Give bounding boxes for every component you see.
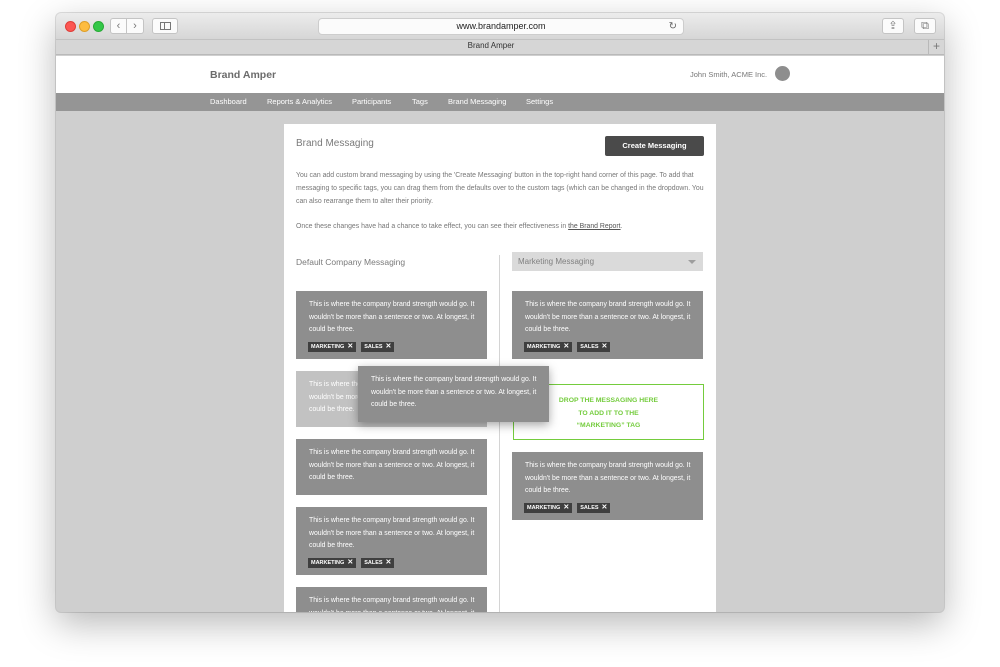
nav-item-tags[interactable]: Tags: [412, 97, 428, 106]
tag-list: MARKETING ✕ SALES ✕: [308, 342, 399, 360]
tag-badge: SALES ✕: [577, 503, 611, 513]
tag-badge: SALES ✕: [577, 342, 611, 352]
url-text: www.brandamper.com: [456, 21, 546, 31]
address-bar[interactable]: www.brandamper.com ↻: [318, 18, 684, 35]
nav-item-settings[interactable]: Settings: [526, 97, 553, 106]
message-text: This is where the company brand strength…: [309, 449, 475, 481]
message-text: This is where the company brand strength…: [309, 301, 475, 333]
close-window-button[interactable]: [65, 21, 76, 32]
marketing-message-card[interactable]: This is where the company brand strength…: [512, 452, 703, 520]
remove-tag-icon[interactable]: ✕: [602, 342, 608, 352]
zoom-window-button[interactable]: [93, 21, 104, 32]
sidebar-toggle-button[interactable]: [152, 18, 178, 34]
default-message-card[interactable]: This is where the company brand strength…: [296, 587, 487, 612]
tag-list: MARKETING ✕ SALES ✕: [308, 558, 399, 576]
sidebar-icon: [159, 22, 171, 30]
intro-report-end: .: [620, 223, 623, 230]
default-message-card[interactable]: This is where the company brand strength…: [296, 507, 487, 575]
intro-text: You can add custom brand messaging by us…: [296, 172, 704, 205]
default-messaging-title: Default Company Messaging: [296, 257, 406, 267]
chevron-down-icon: [688, 260, 696, 264]
tag-messaging-dropdown[interactable]: Marketing Messaging: [512, 252, 703, 271]
tab-title[interactable]: Brand Amper: [56, 41, 926, 50]
user-name[interactable]: John Smith, ACME Inc.: [690, 70, 767, 79]
tag-badge: MARKETING ✕: [308, 342, 357, 352]
tag-list: MARKETING ✕ SALES ✕: [524, 503, 615, 521]
main-nav: Dashboard Reports & Analytics Participan…: [56, 93, 944, 111]
default-message-card[interactable]: This is where the company brand strength…: [296, 291, 487, 359]
remove-tag-icon[interactable]: ✕: [563, 342, 569, 352]
nav-item-reports-analytics[interactable]: Reports & Analytics: [267, 97, 332, 106]
tag-badge: SALES ✕: [361, 558, 395, 568]
create-messaging-button[interactable]: Create Messaging: [605, 136, 704, 156]
intro-report-text: Once these changes have had a chance to …: [296, 223, 569, 230]
nav-item-participants[interactable]: Participants: [352, 97, 391, 106]
new-tab-button[interactable]: +: [928, 40, 944, 54]
tag-label: MARKETING: [527, 505, 561, 511]
remove-tag-icon[interactable]: ✕: [347, 558, 353, 568]
minimize-window-button[interactable]: [79, 21, 90, 32]
nav-item-dashboard[interactable]: Dashboard: [210, 97, 247, 106]
page-title: Brand Messaging: [296, 138, 374, 149]
tag-label: SALES: [580, 505, 599, 511]
forward-button[interactable]: ›: [127, 18, 144, 34]
remove-tag-icon[interactable]: ✕: [602, 503, 608, 513]
brand-report-link[interactable]: the Brand Report: [568, 223, 620, 230]
message-text: This is where the company brand strength…: [525, 462, 691, 494]
intro-text-report: Once these changes have had a chance to …: [296, 220, 708, 233]
tag-label: MARKETING: [311, 344, 345, 350]
tag-list: MARKETING ✕ SALES ✕: [524, 342, 615, 360]
browser-toolbar: ‹ › www.brandamper.com ↻ ⇪ ⧉: [56, 13, 944, 40]
remove-tag-icon[interactable]: ✕: [386, 558, 392, 568]
nav-item-brand-messaging[interactable]: Brand Messaging: [448, 97, 506, 106]
brand-logo[interactable]: Brand Amper: [210, 69, 276, 81]
tag-badge: MARKETING ✕: [308, 558, 357, 568]
avatar[interactable]: [775, 66, 790, 81]
column-divider: [499, 255, 500, 612]
default-message-card[interactable]: This is where the company brand strength…: [296, 439, 487, 495]
show-tabs-button[interactable]: ⧉: [914, 18, 936, 34]
dropdown-selected-value: Marketing Messaging: [518, 257, 595, 266]
tag-badge: MARKETING ✕: [524, 342, 573, 352]
tabs-icon: ⧉: [921, 20, 929, 32]
tag-label: SALES: [364, 344, 383, 350]
marketing-message-card[interactable]: This is where the company brand strength…: [512, 291, 703, 359]
remove-tag-icon[interactable]: ✕: [386, 342, 392, 352]
message-text: This is where the company brand strength…: [371, 376, 537, 408]
back-button[interactable]: ‹: [110, 18, 127, 34]
chevron-left-icon: ‹: [116, 20, 121, 32]
tag-label: SALES: [580, 344, 599, 350]
chevron-right-icon: ›: [133, 20, 137, 32]
dragged-message-card[interactable]: This is where the company brand strength…: [358, 366, 549, 422]
tab-bar: Brand Amper +: [56, 40, 944, 55]
remove-tag-icon[interactable]: ✕: [347, 342, 353, 352]
reload-icon[interactable]: ↻: [669, 19, 677, 34]
remove-tag-icon[interactable]: ✕: [563, 503, 569, 513]
browser-window: ‹ › www.brandamper.com ↻ ⇪ ⧉ Brand Amper…: [56, 13, 944, 612]
tag-label: MARKETING: [311, 560, 345, 566]
message-text: This is where the company brand strength…: [309, 597, 475, 612]
share-icon: ⇪: [888, 20, 898, 32]
message-text: This is where the company brand strength…: [525, 301, 691, 333]
app-header: Brand Amper John Smith, ACME Inc.: [56, 56, 944, 93]
tag-label: SALES: [364, 560, 383, 566]
tag-badge: SALES ✕: [361, 342, 395, 352]
message-text: This is where the company brand strength…: [309, 517, 475, 549]
tag-badge: MARKETING ✕: [524, 503, 573, 513]
share-button[interactable]: ⇪: [882, 18, 904, 34]
tag-label: MARKETING: [527, 344, 561, 350]
